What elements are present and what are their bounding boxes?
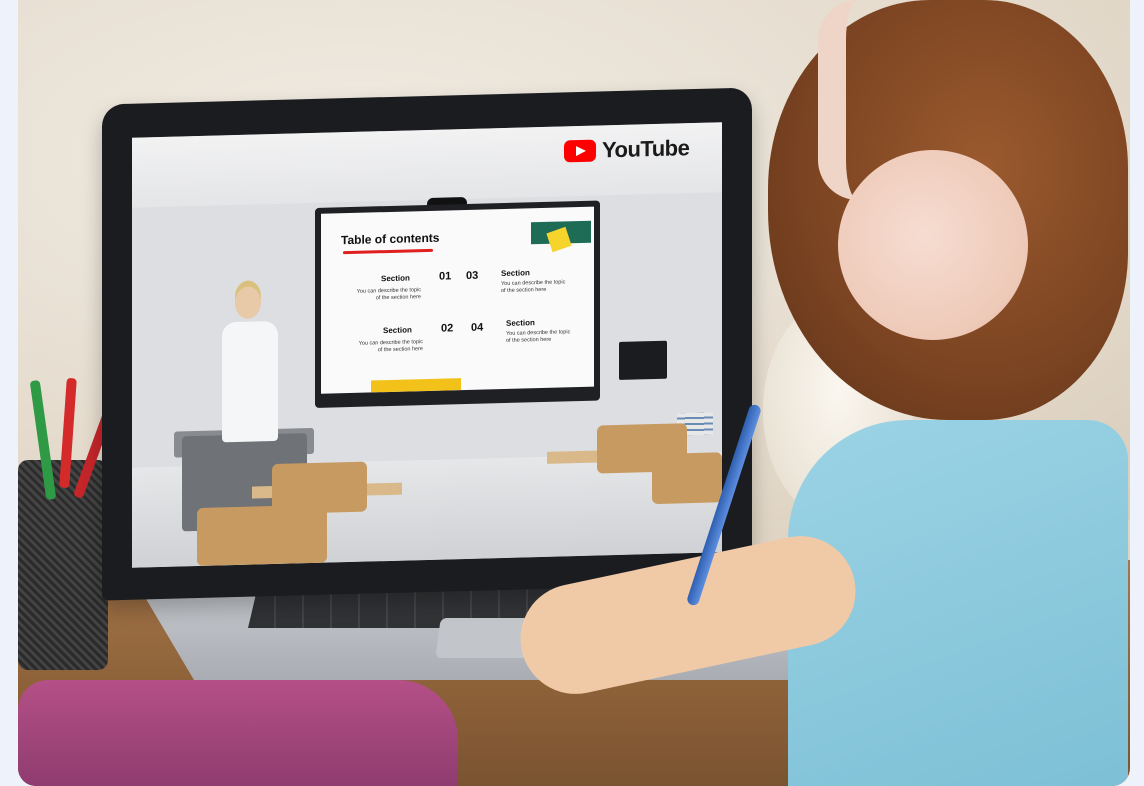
chair	[197, 504, 327, 567]
headphones-icon	[838, 150, 1028, 340]
pencil-case	[18, 680, 458, 786]
chair	[652, 452, 722, 505]
title-underline	[343, 248, 433, 255]
section-label: Section	[501, 268, 530, 279]
yellow-bar	[371, 378, 461, 393]
section-number: 02	[441, 322, 454, 335]
photo-frame: YouTube Table of contents Section 01 You…	[18, 0, 1130, 786]
teacher	[217, 286, 287, 458]
section-label: Section	[506, 318, 535, 328]
section-label: Section	[383, 325, 412, 336]
youtube-play-icon	[564, 139, 596, 163]
interactive-display: Table of contents Section 01 You can des…	[315, 200, 600, 408]
slide-title: Table of contents	[341, 230, 440, 248]
section-desc: You can describe the topic of the sectio…	[501, 279, 566, 295]
section-number: 04	[471, 321, 484, 334]
section-number: 01	[439, 270, 452, 283]
youtube-wordmark: YouTube	[602, 135, 690, 163]
teacher-body	[222, 320, 278, 443]
youtube-logo: YouTube	[564, 135, 689, 164]
laptop-screen: YouTube Table of contents Section 01 You…	[132, 122, 722, 568]
section-label: Section	[381, 273, 410, 284]
section-desc: You can describe the topic of the sectio…	[506, 329, 571, 344]
pencil-cup	[18, 460, 108, 670]
teacher-head	[235, 286, 261, 320]
section-desc: You can describe the topic of the sectio…	[358, 339, 423, 354]
section-number: 03	[466, 269, 479, 282]
section-desc: You can describe the topic of the sectio…	[356, 287, 421, 302]
laptop-lid: YouTube Table of contents Section 01 You…	[102, 87, 752, 601]
slide: Table of contents Section 01 You can des…	[321, 206, 594, 394]
small-display	[619, 340, 667, 380]
classroom-ceiling	[132, 122, 722, 208]
